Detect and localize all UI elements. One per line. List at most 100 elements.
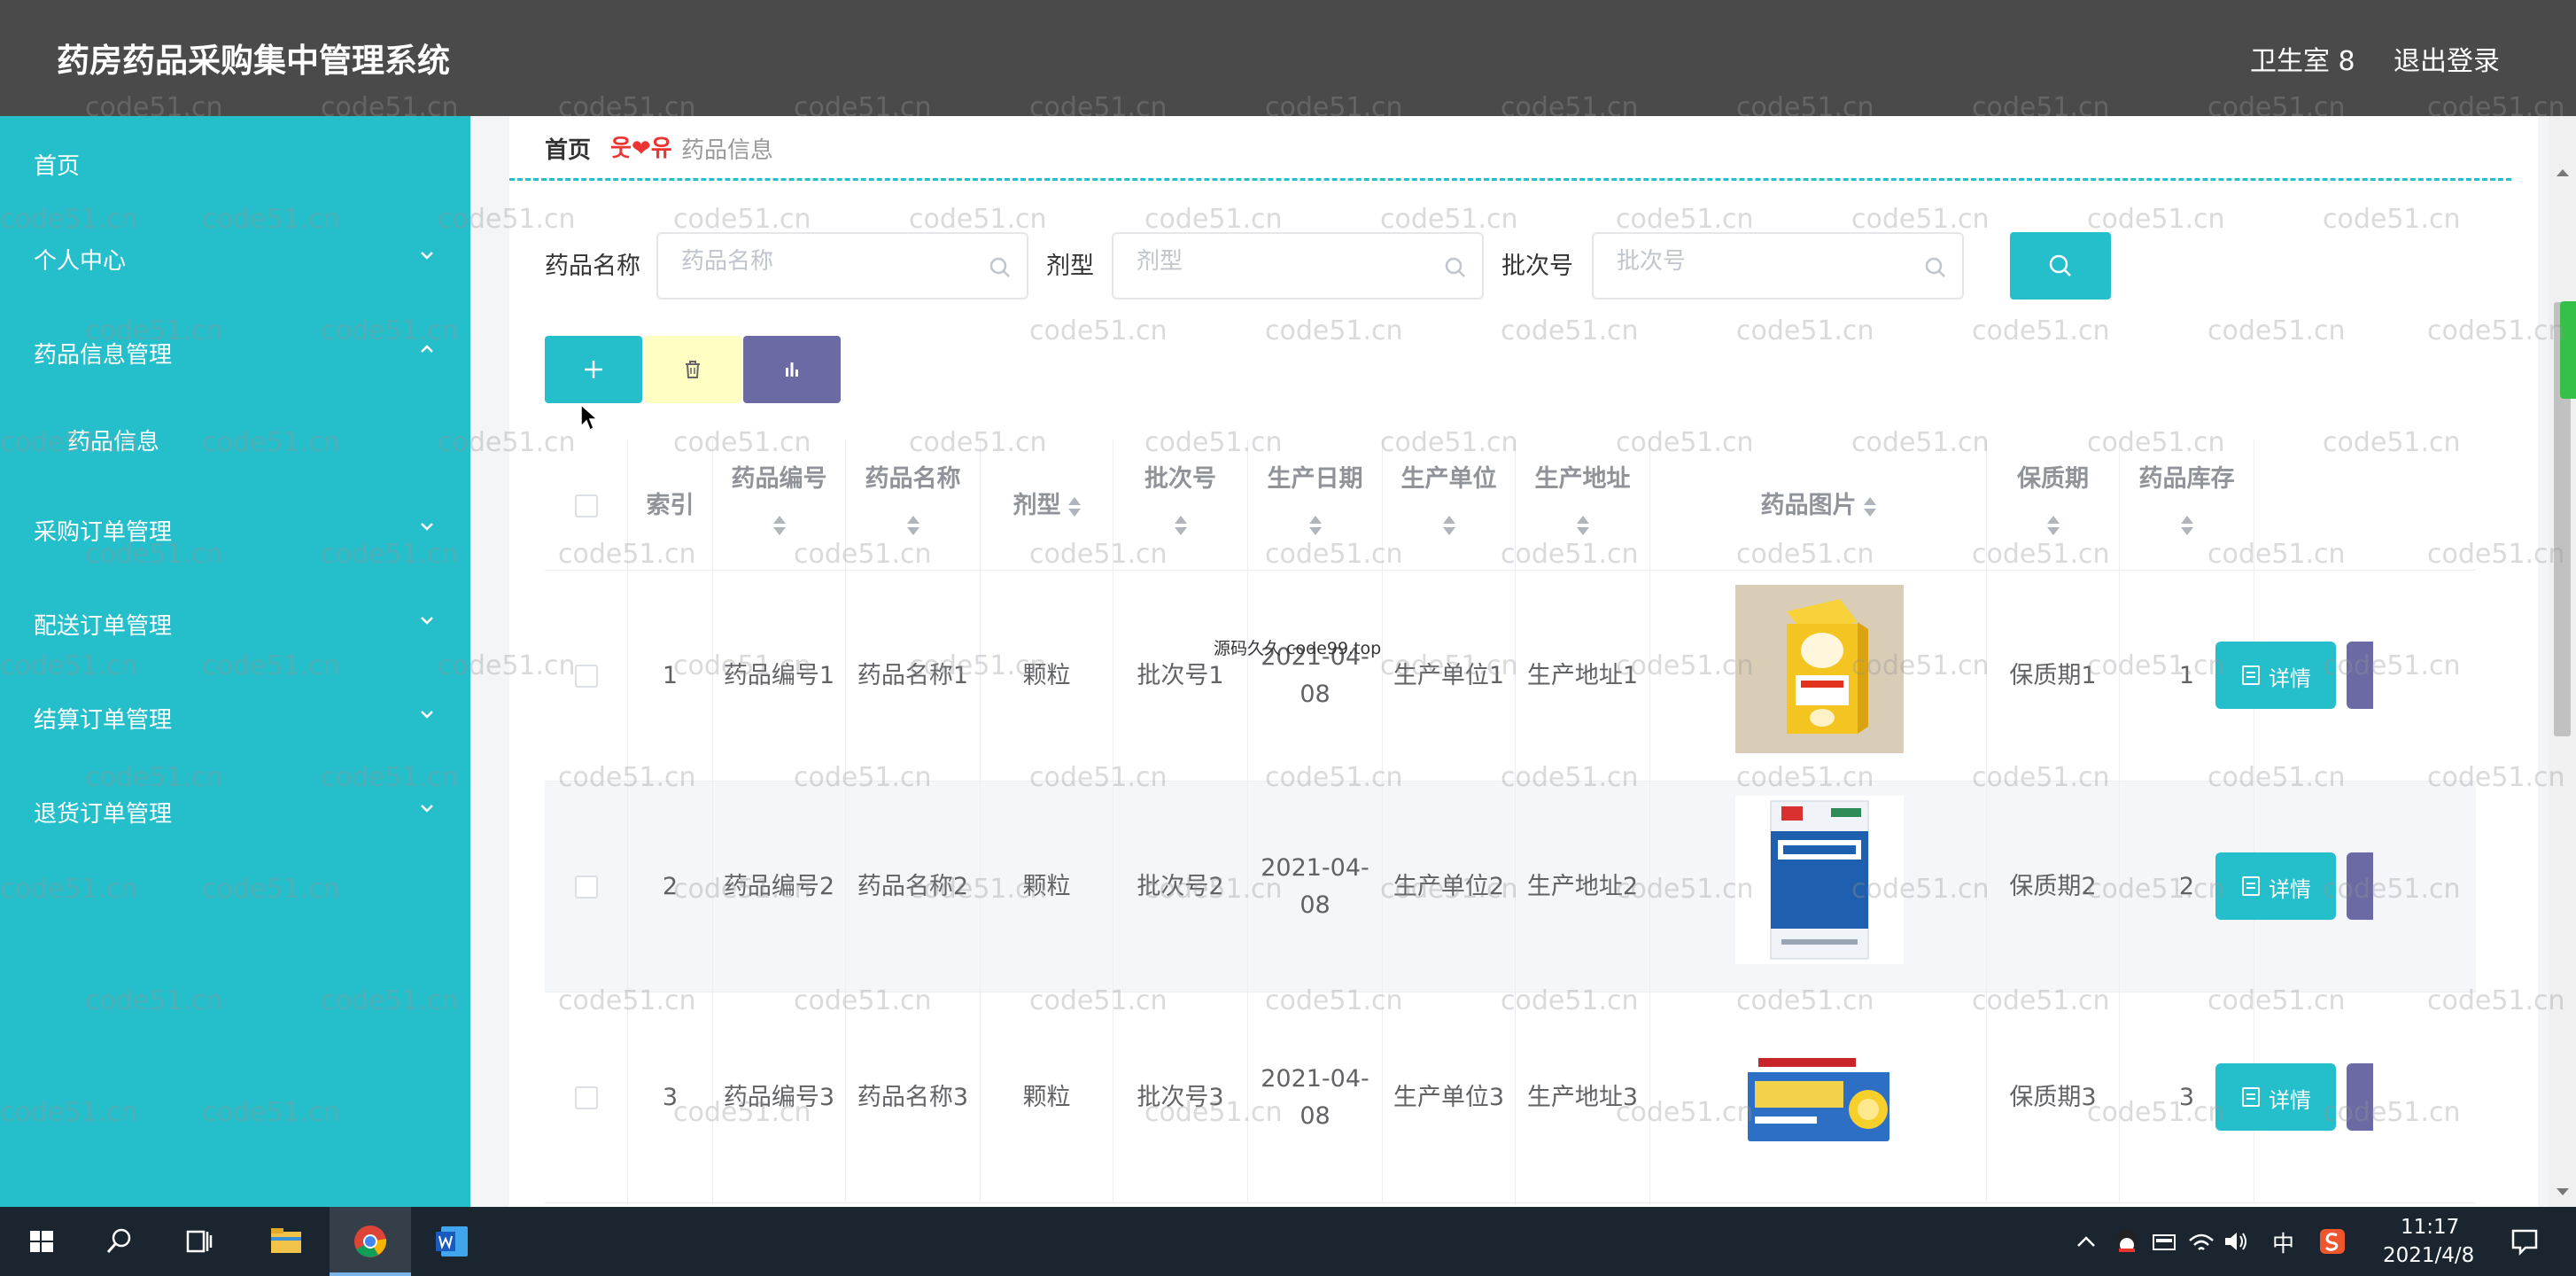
header-form[interactable]: 剂型 [981, 440, 1113, 571]
sort-icon[interactable] [1308, 514, 1322, 537]
search-form-input[interactable] [1137, 248, 1402, 275]
cell-code-value: 药品编号2 [723, 873, 835, 900]
sort-icon[interactable] [1863, 495, 1876, 518]
clock-time[interactable]: 11:17 [2401, 1216, 2459, 1239]
header-shelf[interactable]: 保质期 [1987, 440, 2120, 571]
header-date-label: 生产日期 [1267, 465, 1363, 493]
cell-maker-value: 生产单位3 [1393, 1084, 1505, 1111]
detail-button[interactable]: 详情 [2215, 1063, 2336, 1131]
sort-icon[interactable] [772, 514, 786, 537]
sort-icon[interactable] [2180, 514, 2193, 537]
header-maker[interactable]: 生产单位 [1383, 440, 1516, 571]
scroll-down-arrow-icon[interactable] [2557, 1188, 2569, 1195]
cell-form: 颗粒 [981, 571, 1113, 782]
sidebar-item-purchase-orders[interactable]: 采购订单管理 [0, 494, 470, 565]
chevron-down-icon [421, 711, 433, 719]
header-batch[interactable]: 批次号 [1113, 440, 1248, 571]
cell-maker: 生产单位3 [1383, 992, 1516, 1203]
edit-button[interactable] [2347, 1063, 2373, 1131]
sidebar-item-personal-center[interactable]: 个人中心 [0, 223, 470, 294]
sort-icon[interactable] [1174, 514, 1187, 537]
task-view-icon[interactable] [177, 1219, 221, 1264]
cell-code-value: 药品编号1 [723, 662, 835, 689]
sort-icon[interactable] [1576, 514, 1589, 537]
header-date[interactable]: 生产日期 [1248, 440, 1383, 571]
sogou-input-icon[interactable] [2310, 1219, 2355, 1264]
header-address[interactable]: 生产地址 [1516, 440, 1650, 571]
main-area: 首页 웃❤유 药品信息 药品名称 剂型 批次号 [470, 116, 2549, 1207]
sort-icon[interactable] [906, 514, 919, 537]
search-icon[interactable] [97, 1219, 142, 1264]
table-row: 1 药品编号1 药品名称1 颗粒 批次号1 2021-04-08 生产单位1 生… [545, 571, 2476, 782]
search-batch-input[interactable] [1617, 248, 1882, 275]
header-image[interactable]: 药品图片 [1650, 440, 1987, 571]
cell-shelf: 保质期1 [1987, 571, 2120, 782]
cell-date: 2021-04-08 [1248, 992, 1383, 1203]
select-all-checkbox[interactable] [575, 494, 598, 517]
sidebar-item-home[interactable]: 首页 [0, 128, 470, 199]
header-name[interactable]: 药品名称 [846, 440, 981, 571]
tray-expand-icon[interactable] [2064, 1219, 2108, 1264]
header-code[interactable]: 药品编号 [713, 440, 846, 571]
chrome-icon[interactable] [348, 1219, 392, 1264]
delete-button[interactable] [644, 336, 741, 403]
cell-index: 3 [628, 992, 713, 1203]
sidebar-item-drug-info-management[interactable]: 药品信息管理 [0, 317, 470, 388]
sidebar-item-drug-info[interactable]: 药品信息 [0, 404, 470, 475]
table-row: 3 药品编号3 药品名称3 颗粒 批次号3 2021-04-08 生产单位3 生… [545, 992, 2476, 1203]
breadcrumb-home[interactable]: 首页 [545, 132, 591, 165]
cell-shelf: 保质期3 [1987, 992, 2120, 1203]
edit-button[interactable] [2347, 642, 2373, 709]
cell-maker: 生产单位2 [1383, 782, 1516, 992]
header-address-label: 生产地址 [1534, 465, 1631, 493]
file-explorer-icon[interactable] [264, 1219, 308, 1264]
vertical-scrollbar[interactable] [2549, 116, 2576, 1207]
cell-form-value: 颗粒 [1022, 873, 1071, 900]
scroll-up-arrow-icon[interactable] [2557, 169, 2569, 176]
detail-button[interactable]: 详情 [2215, 642, 2336, 709]
ime-indicator[interactable]: 中 [2272, 1226, 2294, 1258]
edit-button[interactable] [2347, 852, 2373, 920]
logout-link[interactable]: 退出登录 [2394, 39, 2500, 78]
cell-date-value: 2021-04-08 [1261, 854, 1369, 919]
volume-icon[interactable] [2215, 1219, 2259, 1264]
app-title: 药房药品采购集中管理系统 [57, 42, 450, 80]
cell-maker-value: 生产单位1 [1393, 662, 1505, 689]
detail-button[interactable]: 详情 [2215, 852, 2336, 920]
row-checkbox[interactable] [575, 665, 598, 688]
cell-image [1650, 571, 1987, 782]
search-button[interactable] [2010, 232, 2111, 300]
add-button[interactable] [545, 336, 642, 403]
sidebar-item-label: 首页 [34, 153, 81, 180]
drug-image [1735, 585, 1904, 753]
header-image-label: 药品图片 [1760, 492, 1857, 519]
chevron-up-icon [421, 345, 433, 353]
side-widget-tab[interactable] [2560, 301, 2576, 399]
row-checkbox[interactable] [575, 875, 598, 899]
current-user: 卫生室 8 [2250, 46, 2355, 77]
header-stock[interactable]: 药品库存 [2120, 440, 2254, 571]
header-actions [2254, 440, 2476, 571]
chevron-down-icon [421, 252, 433, 260]
word-icon[interactable] [431, 1219, 475, 1264]
search-form-box [1112, 232, 1484, 300]
cell-index-value: 3 [662, 1084, 679, 1111]
cell-code: 药品编号3 [713, 992, 846, 1203]
statistics-button[interactable] [743, 336, 841, 403]
sidebar-item-settlement-orders[interactable]: 结算订单管理 [0, 682, 470, 753]
cell-batch: 批次号3 [1113, 992, 1248, 1203]
windows-start-icon[interactable] [19, 1219, 64, 1264]
sidebar-item-return-orders[interactable]: 退货订单管理 [0, 776, 470, 847]
search-icon [989, 257, 1010, 277]
sidebar-item-delivery-orders[interactable]: 配送订单管理 [0, 588, 470, 659]
sort-icon[interactable] [1442, 514, 1455, 537]
cell-index-value: 2 [662, 873, 679, 900]
cell-name-value: 药品名称1 [857, 662, 969, 689]
sort-icon[interactable] [2046, 514, 2060, 537]
chevron-down-icon [421, 617, 433, 625]
row-checkbox[interactable] [575, 1086, 598, 1109]
sort-icon[interactable] [1067, 495, 1081, 518]
notification-icon[interactable] [2502, 1219, 2547, 1264]
search-name-input[interactable] [681, 248, 947, 275]
clock-date[interactable]: 2021/4/8 [2383, 1244, 2474, 1267]
